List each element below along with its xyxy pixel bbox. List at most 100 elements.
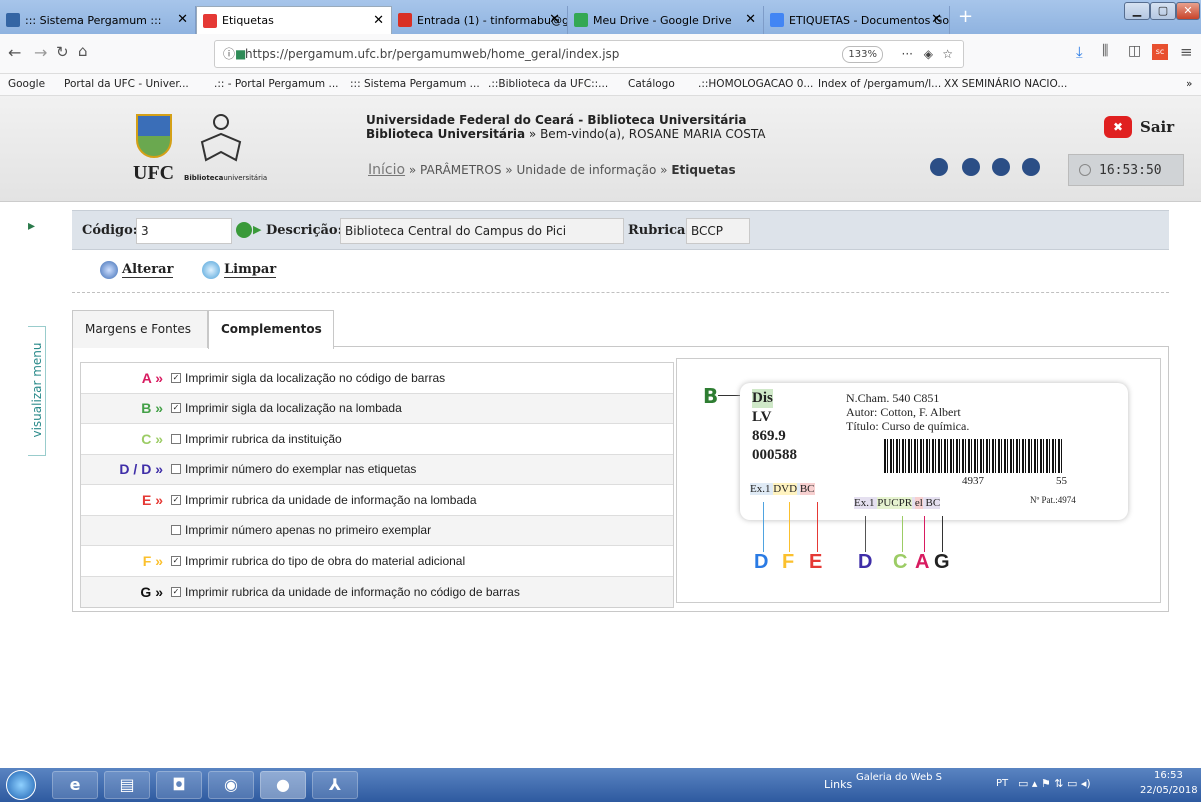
breadcrumb-separator: » [408, 163, 417, 177]
hamburger-menu-icon[interactable]: ≡ [1180, 43, 1193, 61]
help-icon[interactable] [930, 158, 948, 176]
browser-tab-pergamum[interactable]: ::: Sistema Pergamum ::: ✕ [0, 6, 196, 34]
bookmark-google[interactable]: Google [8, 78, 45, 90]
tab-title: Etiquetas [222, 14, 274, 27]
pocket-icon[interactable]: ◈ [924, 41, 933, 67]
close-tab-icon[interactable]: ✕ [177, 12, 188, 27]
bookmark-portal-ufc[interactable]: Portal da UFC - Univer... [64, 78, 189, 90]
bookmark-homologacao[interactable]: .::HOMOLOGACAO 0... [698, 78, 813, 90]
bookmark-biblioteca-ufc[interactable]: .::Biblioteca da UFC::... [488, 78, 608, 90]
bookmark-sistema-pergamum[interactable]: ::: Sistema Pergamum ... [350, 78, 480, 90]
more-bookmarks-icon[interactable]: » [1186, 78, 1192, 90]
close-tab-icon[interactable]: ✕ [745, 12, 756, 27]
arrow-g [942, 516, 943, 552]
language-indicator[interactable]: PT [996, 778, 1008, 789]
barcode-copy-number: 55 [1056, 475, 1067, 487]
new-tab-plus-icon[interactable]: + [958, 6, 973, 27]
page-actions-icon[interactable]: ··· [902, 41, 913, 67]
logout-button[interactable]: ✖ Sair [1104, 116, 1174, 138]
option-row-first-copy: Imprimir número apenas no primeiro exemp… [81, 515, 673, 546]
biblioteca-logo-text: Bibliotecauniversitária [184, 174, 268, 182]
extension-icon[interactable]: sc [1152, 44, 1168, 60]
rubrica-label: Rubrica: [628, 223, 691, 238]
browser-tab-docs[interactable]: ETIQUETAS - Documentos Goo ✕ [764, 6, 950, 34]
option-first-copy-checkbox[interactable] [171, 525, 181, 536]
option-row-a: A » ✓ Imprimir sigla da localização no cód… [81, 363, 673, 394]
maximize-window-icon[interactable]: ▢ [1150, 2, 1176, 20]
tray-icons[interactable]: ▭ ▴ ⚑ ⇅ ▭ ◂) [1018, 777, 1091, 790]
galeria-toolbar[interactable]: Galeria do Web S [856, 772, 942, 783]
home-icon[interactable]: ⌂ [78, 42, 88, 60]
codigo-input[interactable]: 3 [136, 218, 232, 244]
option-e-checkbox[interactable]: ✓ [171, 494, 181, 505]
tab-title: ::: Sistema Pergamum ::: [25, 13, 162, 27]
option-d-checkbox[interactable] [171, 464, 181, 475]
breadcrumb: Início » PARÂMETROS » Unidade de informa… [368, 162, 736, 178]
address-bar[interactable]: ⓘ ■ https://pergamum.ufc.br/pergamumweb/… [214, 40, 964, 68]
clock-icon [1079, 164, 1091, 176]
minimize-window-icon[interactable]: ▁ [1124, 2, 1150, 20]
question-icon[interactable] [992, 158, 1010, 176]
firefox-icon[interactable]: ● [260, 771, 306, 799]
internet-explorer-icon[interactable]: e [52, 771, 98, 799]
back-arrow-icon[interactable]: ← [8, 43, 21, 62]
bookmark-star-icon[interactable]: ☆ [942, 41, 953, 67]
bookmark-index-pergamum[interactable]: Index of /pergamum/l... [818, 78, 941, 90]
barcode [884, 439, 1064, 473]
browser-tab-drive[interactable]: Meu Drive - Google Drive ✕ [568, 6, 764, 34]
manual-icon[interactable] [962, 158, 980, 176]
chrome-icon[interactable]: ◉ [208, 771, 254, 799]
right-tags: Ex.1 PUCPR el BC [854, 497, 941, 509]
tab-margens-e-fontes[interactable]: Margens e Fontes [72, 310, 208, 348]
alterar-button[interactable]: Alterar [100, 261, 174, 279]
outlook-icon[interactable]: ◘ [156, 771, 202, 799]
patrimonio-number: Nº Pat.:4974 [1030, 495, 1076, 505]
breadcrumb-separator: » [505, 163, 513, 177]
welcome-line: Biblioteca Universitária » Bem-vindo(a),… [366, 127, 766, 141]
tab-complementos[interactable]: Complementos [208, 310, 334, 349]
codigo-label: Código: [82, 223, 138, 238]
descricao-field: Biblioteca Central do Campus do Pici [340, 218, 624, 244]
limpar-button[interactable]: Limpar [202, 261, 277, 279]
close-tab-icon[interactable]: ✕ [373, 13, 384, 28]
browser-tab-etiquetas[interactable]: Etiquetas ✕ [196, 6, 392, 34]
close-tab-icon[interactable]: ✕ [931, 12, 942, 27]
acrobat-icon[interactable]: ⅄ [312, 771, 358, 799]
tab-title: Meu Drive - Google Drive [593, 13, 732, 27]
bookmark-catalogo[interactable]: Catálogo [628, 78, 675, 90]
about-icon[interactable] [1022, 158, 1040, 176]
download-icon[interactable]: ⤓ [1076, 43, 1083, 61]
library-icon[interactable]: ⫼ [1102, 43, 1108, 59]
file-explorer-icon[interactable]: ▤ [104, 771, 150, 799]
show-menu-toggle[interactable]: visualizar menu [28, 326, 46, 456]
close-tab-icon[interactable]: ✕ [549, 12, 560, 27]
start-button-icon[interactable] [6, 770, 36, 800]
barcode-number: 4937 [962, 475, 984, 487]
bookmark-seminario[interactable]: XX SEMINÁRIO NACIO... [944, 78, 1067, 90]
forward-arrow-icon[interactable]: → [34, 43, 47, 62]
breadcrumb-home-link[interactable]: Início [368, 162, 405, 178]
bookmarks-bar: Google Portal da UFC - Univer... .:: - P… [0, 74, 1201, 96]
search-lookup-icon[interactable] [236, 222, 252, 238]
option-c-checkbox[interactable] [171, 433, 181, 444]
drive-favicon-icon [574, 13, 588, 27]
option-g-checkbox[interactable]: ✓ [171, 586, 181, 597]
reload-icon[interactable]: ↻ [56, 43, 69, 61]
legend-letter-f: F [782, 551, 795, 573]
zoom-level[interactable]: 133% [842, 46, 883, 63]
sidebar-toggle-icon[interactable]: ◫ [1128, 43, 1141, 59]
option-f-checkbox[interactable]: ✓ [171, 555, 181, 566]
option-a-checkbox[interactable]: ✓ [171, 372, 181, 383]
browser-tab-gmail[interactable]: Entrada (1) - tinformabu@gma ✕ [392, 6, 568, 34]
ufc-logo-text: UFC [133, 162, 175, 184]
close-window-icon[interactable]: ✕ [1176, 2, 1200, 20]
links-toolbar[interactable]: Links [824, 778, 852, 791]
option-b-checkbox[interactable]: ✓ [171, 403, 181, 414]
sidebar: ▸ visualizar menu [0, 202, 50, 768]
arrow-d-left [763, 502, 764, 552]
tab-title: Entrada (1) - tinformabu@gma [417, 13, 568, 27]
pergamum-favicon-icon [6, 13, 20, 27]
bookmark-portal-pergamum[interactable]: .:: - Portal Pergamum ... [214, 78, 339, 90]
arrow-d-right [865, 516, 866, 552]
expand-sidebar-icon[interactable]: ▸ [28, 218, 35, 234]
